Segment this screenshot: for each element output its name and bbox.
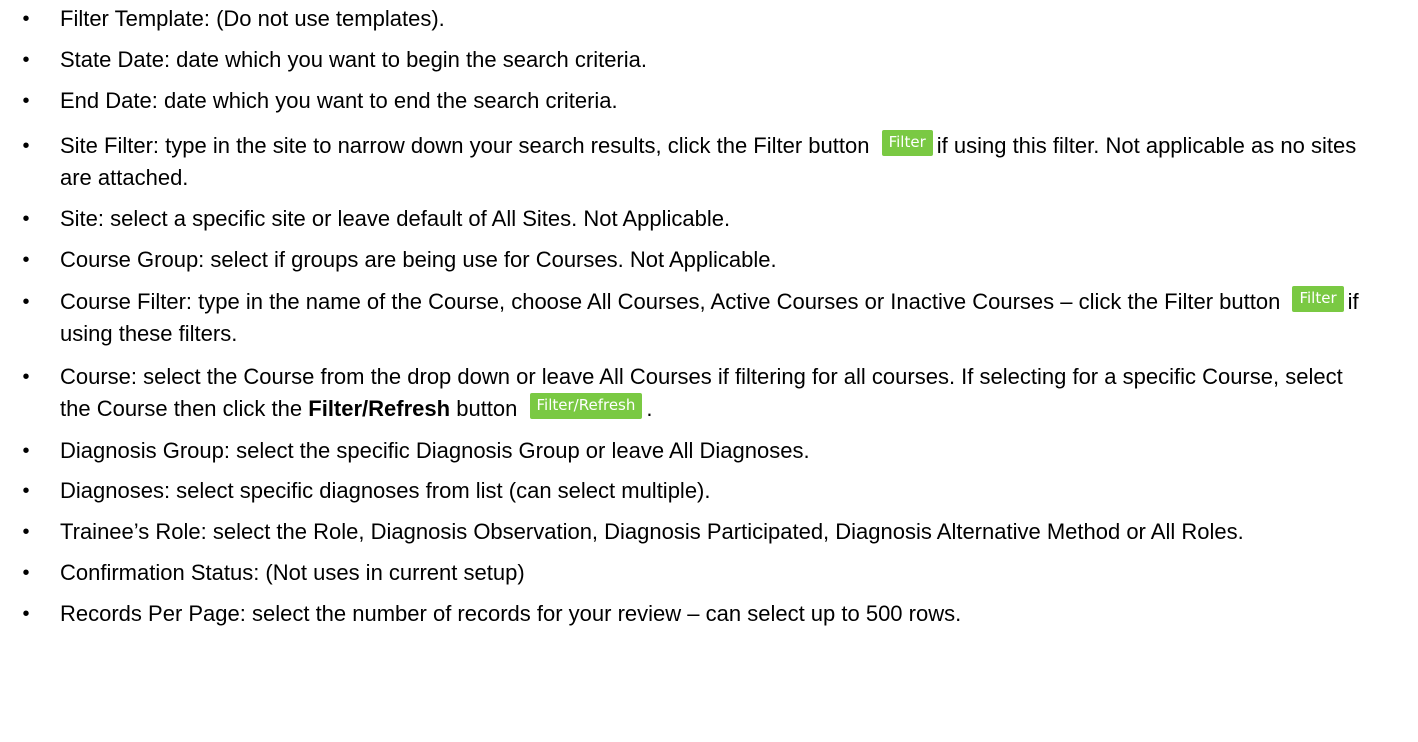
item-text: Site: select a specific site or leave de… <box>60 206 731 232</box>
bullet-icon: • <box>22 249 30 272</box>
list-item-end-date: • End Date: date which you want to end t… <box>0 86 1418 116</box>
bullet-icon: • <box>22 602 30 625</box>
bullet-icon: • <box>22 134 30 157</box>
filter-refresh-button[interactable]: Filter/Refresh <box>529 392 643 419</box>
list-item-course-group: • Course Group: select if groups are bei… <box>0 245 1418 275</box>
bullet-icon: • <box>22 365 30 388</box>
instruction-list: • Filter Template: (Do not use templates… <box>0 4 1418 629</box>
bullet-icon: • <box>22 208 30 231</box>
bullet-icon: • <box>22 48 30 71</box>
list-item-site-filter: • Site Filter: type in the site to narro… <box>0 129 1418 194</box>
item-text-before: Site Filter: type in the site to narrow … <box>60 132 870 158</box>
item-text: Course Group: select if groups are being… <box>60 247 777 273</box>
item-text: Diagnosis Group: select the specific Dia… <box>60 437 810 463</box>
filter-button[interactable]: Filter <box>1292 285 1344 312</box>
item-text: State Date: date which you want to begin… <box>60 46 647 72</box>
item-text-before: Course: select the Course from the drop … <box>60 363 1343 421</box>
item-text: End Date: date which you want to end the… <box>60 87 618 113</box>
bullet-icon: • <box>22 521 30 544</box>
bullet-icon: • <box>22 89 30 112</box>
bullet-icon: • <box>22 561 30 584</box>
item-text: Records Per Page: select the number of r… <box>60 600 962 626</box>
list-item-start-date: • State Date: date which you want to beg… <box>0 45 1418 75</box>
list-item-diagnosis-group: • Diagnosis Group: select the specific D… <box>0 436 1418 466</box>
item-text-before: Course Filter: type in the name of the C… <box>60 288 1281 314</box>
item-text-bold: Filter/Refresh <box>308 395 451 421</box>
list-item-records-per-page: • Records Per Page: select the number of… <box>0 599 1418 629</box>
item-text: Confirmation Status: (Not uses in curren… <box>60 559 525 585</box>
item-text: Filter Template: (Do not use templates). <box>60 6 445 31</box>
bullet-icon: • <box>22 439 30 462</box>
list-item-course-filter: • Course Filter: type in the name of the… <box>0 285 1418 350</box>
list-item-diagnoses: • Diagnoses: select specific diagnoses f… <box>0 476 1418 506</box>
list-item-filter-template: • Filter Template: (Do not use templates… <box>0 4 1418 34</box>
filter-button[interactable]: Filter <box>881 129 933 156</box>
list-item-confirmation-status: • Confirmation Status: (Not uses in curr… <box>0 558 1418 588</box>
list-item-trainee-role: • Trainee’s Role: select the Role, Diagn… <box>0 517 1418 547</box>
bullet-icon: • <box>22 8 30 30</box>
bullet-icon: • <box>22 480 30 503</box>
item-text: Trainee’s Role: select the Role, Diagnos… <box>60 519 1244 545</box>
list-item-site: • Site: select a specific site or leave … <box>0 204 1418 234</box>
bullet-icon: • <box>22 290 30 313</box>
list-item-course: • Course: select the Course from the dro… <box>0 361 1418 425</box>
item-text-after-bold: button <box>456 395 518 421</box>
item-text-after: . <box>646 395 653 421</box>
item-text: Diagnoses: select specific diagnoses fro… <box>60 478 711 504</box>
document-page: • Filter Template: (Do not use templates… <box>0 0 1418 742</box>
